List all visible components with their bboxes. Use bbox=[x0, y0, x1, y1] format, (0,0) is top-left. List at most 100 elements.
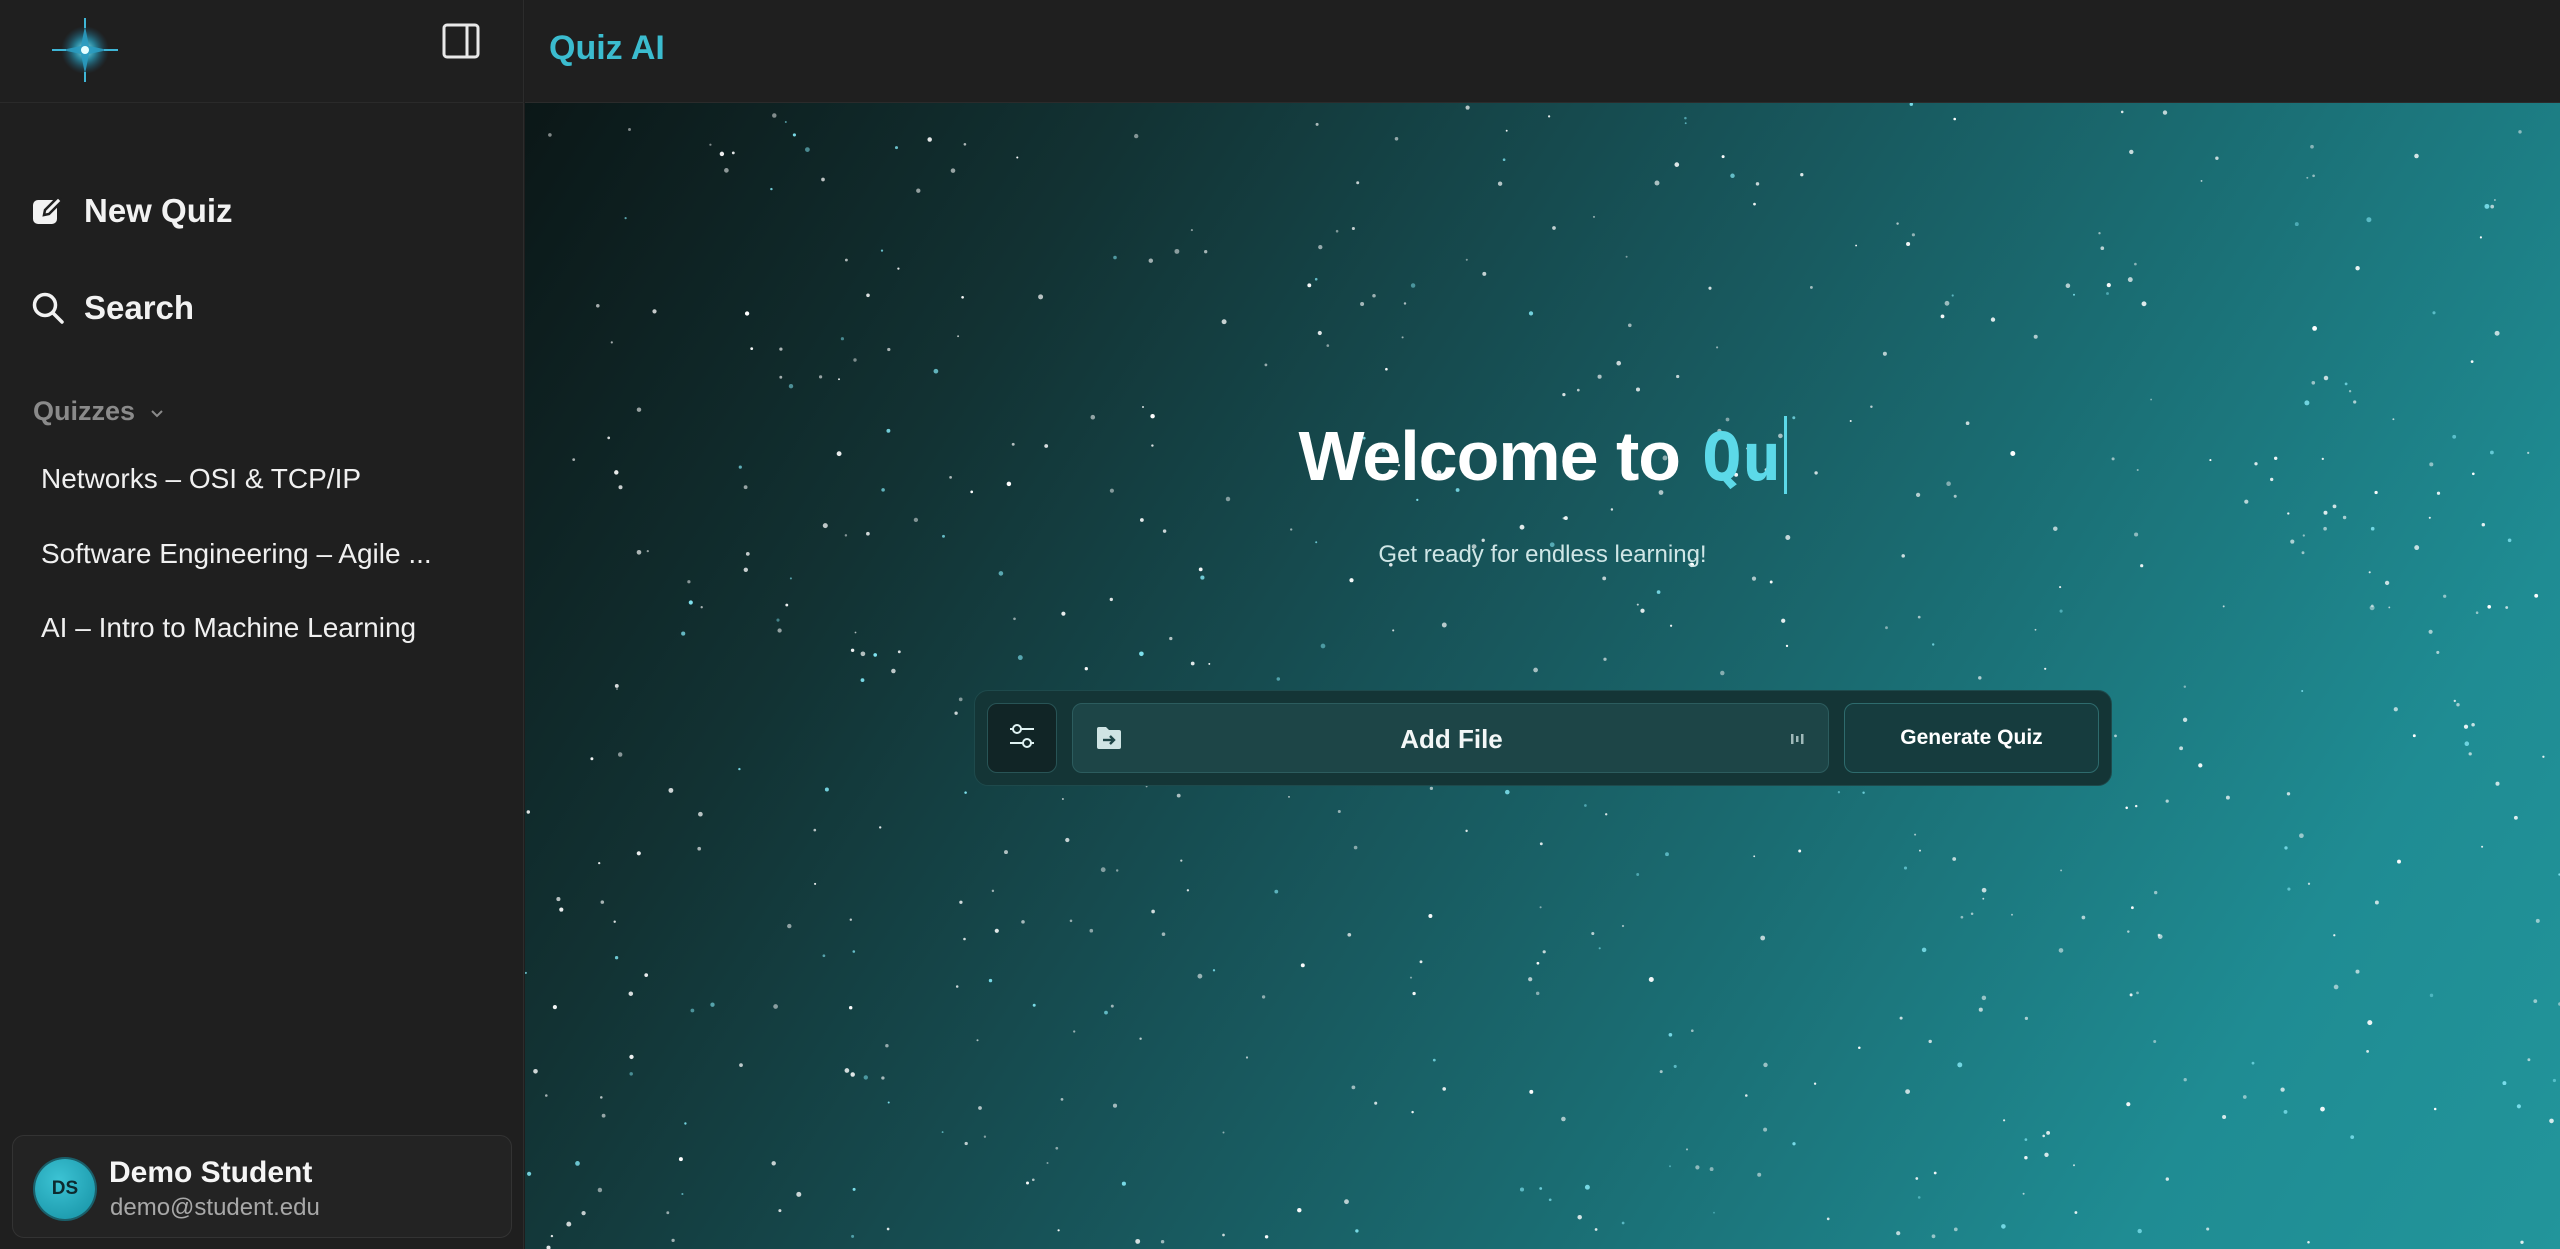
star-dot bbox=[1990, 317, 1996, 322]
settings-button[interactable] bbox=[987, 703, 1057, 773]
star-dot bbox=[2183, 685, 2187, 688]
star-dot bbox=[2320, 1106, 2325, 1112]
quiz-list-item[interactable]: Software Engineering – Agile ... bbox=[41, 538, 432, 570]
star-dot bbox=[1084, 667, 1088, 671]
star-dot bbox=[1753, 202, 1756, 206]
star-dot bbox=[2042, 1134, 2045, 1138]
star-dot bbox=[2081, 915, 2086, 920]
star-dot bbox=[2534, 593, 2539, 598]
star-dot bbox=[1813, 1082, 1817, 1085]
star-dot bbox=[773, 1004, 778, 1009]
star-dot bbox=[1957, 1062, 1963, 1068]
star-dot bbox=[1222, 1233, 1225, 1237]
star-dot bbox=[1505, 789, 1510, 795]
star-dot bbox=[1353, 845, 1358, 850]
star-dot bbox=[614, 956, 619, 960]
star-dot bbox=[849, 918, 852, 921]
star-dot bbox=[1161, 932, 1166, 936]
sparkle-logo-icon[interactable] bbox=[50, 18, 120, 82]
star-dot bbox=[2307, 1240, 2310, 1244]
quiz-list-item[interactable]: Networks – OSI & TCP/IP bbox=[41, 463, 361, 495]
search-button[interactable]: Search bbox=[30, 289, 194, 327]
star-dot bbox=[1610, 508, 1614, 511]
star-dot bbox=[1026, 1181, 1029, 1185]
star-dot bbox=[844, 258, 848, 262]
star-dot bbox=[1351, 1085, 1356, 1090]
star-dot bbox=[596, 304, 600, 308]
star-dot bbox=[1160, 1239, 1165, 1244]
add-file-input[interactable]: Add File bbox=[1072, 703, 1829, 773]
star-dot bbox=[796, 1191, 802, 1197]
star-dot bbox=[976, 1039, 979, 1042]
star-dot bbox=[957, 335, 960, 338]
star-dot bbox=[1055, 1146, 1059, 1150]
star-dot bbox=[881, 1076, 885, 1080]
star-dot bbox=[994, 928, 999, 933]
star-dot bbox=[2464, 741, 2470, 746]
audio-wave-icon[interactable] bbox=[1789, 731, 1807, 747]
star-dot bbox=[2412, 734, 2416, 738]
star-dot bbox=[681, 1192, 684, 1196]
star-dot bbox=[1669, 624, 1673, 627]
star-dot bbox=[613, 920, 616, 923]
star-dot bbox=[1200, 575, 1205, 580]
star-dot bbox=[1659, 1070, 1663, 1074]
star-dot bbox=[860, 651, 866, 657]
star-dot bbox=[1351, 226, 1355, 231]
star-dot bbox=[1576, 388, 1580, 392]
star-dot bbox=[1594, 1228, 1598, 1231]
star-dot bbox=[1416, 498, 1419, 502]
quizzes-section-toggle[interactable]: Quizzes bbox=[33, 396, 165, 427]
star-dot bbox=[785, 603, 789, 607]
star-dot bbox=[2129, 993, 2133, 997]
star-dot bbox=[2154, 890, 2158, 895]
star-dot bbox=[1917, 1196, 1921, 1199]
star-dot bbox=[959, 900, 963, 904]
star-dot bbox=[988, 978, 993, 983]
star-dot bbox=[2127, 930, 2130, 933]
star-dot bbox=[784, 121, 787, 123]
user-email: demo@student.edu bbox=[110, 1194, 320, 1221]
star-dot bbox=[601, 1113, 606, 1118]
star-dot bbox=[1713, 1211, 1715, 1214]
new-quiz-button[interactable]: New Quiz bbox=[30, 192, 233, 230]
star-dot bbox=[1392, 629, 1395, 632]
user-profile-card[interactable]: DS Demo Student demo@student.edu bbox=[12, 1135, 512, 1238]
star-dot bbox=[1176, 793, 1181, 798]
star-dot bbox=[2304, 400, 2310, 406]
welcome-text: Welcome to bbox=[1298, 417, 1681, 495]
star-dot bbox=[527, 1171, 532, 1176]
star-dot bbox=[1162, 529, 1167, 533]
star-dot bbox=[1730, 173, 1735, 179]
sidebar-panel-icon[interactable] bbox=[440, 22, 484, 62]
star-dot bbox=[700, 606, 703, 609]
star-dot bbox=[687, 580, 691, 584]
star-dot bbox=[2494, 330, 2500, 336]
star-dot bbox=[2044, 1152, 2049, 1157]
generate-quiz-button[interactable]: Generate Quiz bbox=[1844, 703, 2099, 773]
star-dot bbox=[2353, 400, 2357, 404]
star-dot bbox=[1674, 162, 1680, 167]
star-dot bbox=[731, 151, 735, 155]
star-dot bbox=[2312, 325, 2318, 331]
star-dot bbox=[1602, 576, 1607, 581]
star-dot bbox=[852, 950, 856, 953]
star-dot bbox=[818, 375, 823, 379]
star-dot bbox=[2369, 605, 2375, 611]
star-dot bbox=[1442, 1087, 1447, 1091]
star-dot bbox=[1911, 233, 1915, 237]
star-dot bbox=[1212, 969, 1216, 972]
star-dot bbox=[2059, 586, 2062, 589]
star-dot bbox=[566, 1221, 572, 1227]
quiz-list-item[interactable]: AI – Intro to Machine Learning bbox=[41, 612, 416, 644]
star-dot bbox=[2333, 984, 2339, 990]
star-dot bbox=[941, 1131, 944, 1134]
sliders-icon bbox=[1006, 720, 1038, 757]
star-dot bbox=[2513, 815, 2518, 820]
star-dot bbox=[1315, 122, 1319, 126]
star-dot bbox=[824, 787, 829, 792]
star-dot bbox=[1933, 1171, 1937, 1175]
star-dot bbox=[1288, 796, 1290, 798]
star-dot bbox=[1403, 302, 1407, 305]
star-dot bbox=[2242, 1095, 2247, 1099]
